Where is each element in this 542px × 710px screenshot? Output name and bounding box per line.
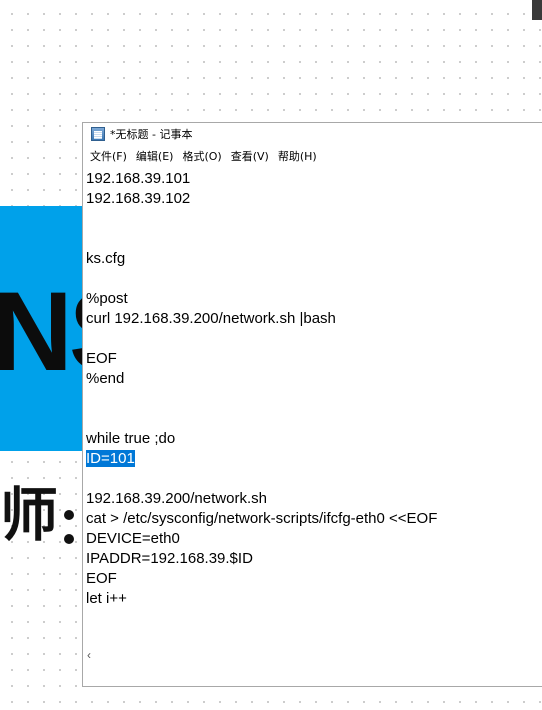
menu-bar: 文件(F) 编辑(E) 格式(O) 查看(V) 帮助(H) xyxy=(83,145,542,167)
notepad-window[interactable]: *无标题 - 记事本 文件(F) 编辑(E) 格式(O) 查看(V) 帮助(H)… xyxy=(82,122,542,687)
menu-format[interactable]: 格式(O) xyxy=(181,148,227,164)
background-chinese-char: 师 xyxy=(0,481,59,549)
background-blue-panel: NS xyxy=(0,206,86,451)
text-line: EOF xyxy=(86,350,117,367)
text-line: while true ;do xyxy=(86,430,176,447)
text-line: DEVICE=eth0 xyxy=(86,530,180,547)
text-line: 192.168.39.101 xyxy=(86,170,191,187)
text-line: IPADDR=192.168.39.$ID xyxy=(86,550,253,567)
menu-help[interactable]: 帮助(H) xyxy=(277,148,323,164)
text-line xyxy=(86,409,542,429)
background-big-text: NS xyxy=(0,269,86,394)
text-line: 192.168.39.200/network.sh xyxy=(86,490,267,507)
text-line: ID=101 xyxy=(86,449,542,469)
menu-view[interactable]: 查看(V) xyxy=(230,148,275,164)
background-colon xyxy=(64,510,74,544)
top-right-dark-block xyxy=(532,0,542,20)
text-line: let i++ xyxy=(86,590,127,607)
text-line: curl 192.168.39.200/network.sh |bash xyxy=(86,310,336,327)
notepad-app-icon[interactable] xyxy=(91,127,105,141)
text-line: %end xyxy=(86,370,125,387)
selected-text[interactable]: ID=101 xyxy=(86,450,135,467)
menu-edit[interactable]: 编辑(E) xyxy=(135,148,180,164)
colon-dot xyxy=(64,534,74,544)
text-line: %post xyxy=(86,290,128,307)
text-line: ks.cfg xyxy=(86,250,126,267)
title-bar[interactable]: *无标题 - 记事本 xyxy=(83,123,542,145)
window-title: *无标题 - 记事本 xyxy=(110,128,193,141)
text-line xyxy=(86,209,542,229)
colon-dot xyxy=(64,510,74,520)
text-editor-area[interactable]: 192.168.39.101 192.168.39.102 ks.cfg %post c… xyxy=(86,169,542,686)
text-line: EOF xyxy=(86,570,117,587)
text-line: cat > /etc/sysconfig/network-scripts/ifc… xyxy=(86,510,438,527)
scroll-left-arrow-icon[interactable]: ‹ xyxy=(87,648,91,662)
menu-file[interactable]: 文件(F) xyxy=(89,148,133,164)
text-line xyxy=(86,269,542,289)
text-line xyxy=(86,389,542,409)
text-line xyxy=(86,469,542,489)
text-line: 192.168.39.102 xyxy=(86,190,191,207)
text-line xyxy=(86,229,542,249)
text-line xyxy=(86,329,542,349)
